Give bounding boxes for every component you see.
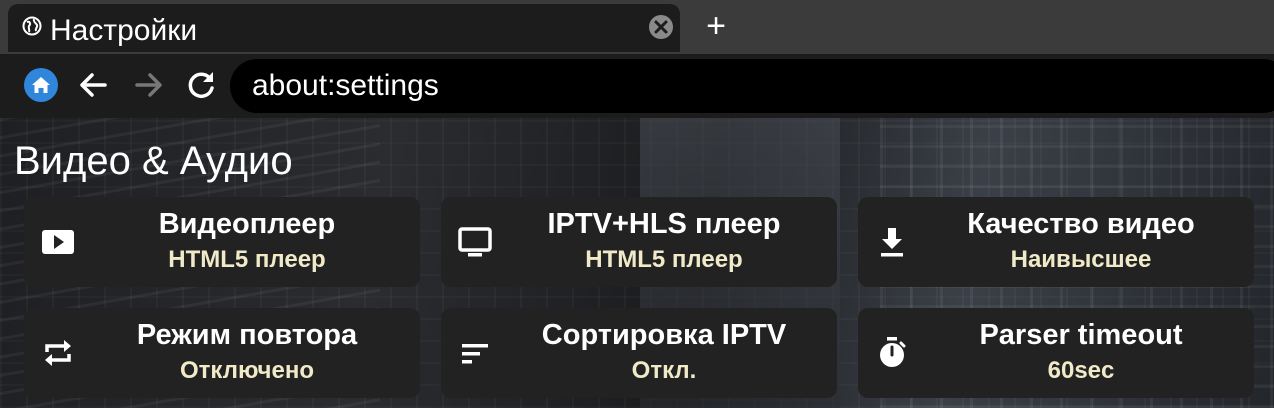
setting-video-player[interactable]: Видеоплеер HTML5 плеер xyxy=(24,197,420,287)
tab-settings[interactable]: Настройки xyxy=(8,4,680,52)
new-tab-button[interactable]: + xyxy=(700,8,732,44)
section-title: Видео & Аудио xyxy=(14,139,293,183)
setting-repeat-mode[interactable]: Режим повтора Отключено xyxy=(24,308,420,398)
setting-title: IPTV+HLS плеер xyxy=(547,208,781,240)
setting-value: Отключено xyxy=(180,357,314,384)
setting-iptv-hls-player[interactable]: IPTV+HLS плеер HTML5 плеер xyxy=(441,197,837,287)
address-text: about:settings xyxy=(252,69,439,102)
tab-title: Настройки xyxy=(50,14,198,47)
forward-arrow-icon[interactable] xyxy=(132,68,166,102)
close-icon[interactable] xyxy=(649,15,673,39)
setting-value: HTML5 плеер xyxy=(585,246,743,273)
play-icon xyxy=(42,230,74,254)
globe-icon xyxy=(22,16,42,36)
address-bar[interactable]: about:settings xyxy=(230,59,1274,113)
home-icon[interactable] xyxy=(24,68,58,102)
setting-title: Parser timeout xyxy=(979,319,1183,351)
setting-title: Видеоплеер xyxy=(158,208,336,240)
setting-title: Качество видео xyxy=(967,208,1195,240)
sort-icon xyxy=(462,344,488,364)
back-arrow-icon[interactable] xyxy=(76,68,110,102)
download-icon xyxy=(881,228,903,257)
repeat-icon xyxy=(45,340,71,366)
setting-video-quality[interactable]: Качество видео Наивысшее xyxy=(858,197,1254,287)
setting-parser-timeout[interactable]: Parser timeout 60sec xyxy=(858,308,1254,398)
setting-value: HTML5 плеер xyxy=(168,246,326,273)
navigation-toolbar: about:settings xyxy=(0,54,1274,118)
settings-page: Видео & Аудио Видеоплеер HTML5 плеер IPT… xyxy=(0,118,1274,408)
monitor-icon xyxy=(458,227,492,257)
setting-value: Наивысшее xyxy=(1010,246,1152,273)
setting-title: Режим повтора xyxy=(136,319,358,351)
setting-iptv-sort[interactable]: Сортировка IPTV Откл. xyxy=(441,308,837,398)
reload-icon[interactable] xyxy=(185,68,219,102)
timer-icon xyxy=(880,337,906,367)
setting-title: Сортировка IPTV xyxy=(541,319,787,351)
setting-value: 60sec xyxy=(1047,357,1115,384)
setting-value: Откл. xyxy=(631,357,697,384)
tab-strip: Настройки + xyxy=(0,0,1274,54)
